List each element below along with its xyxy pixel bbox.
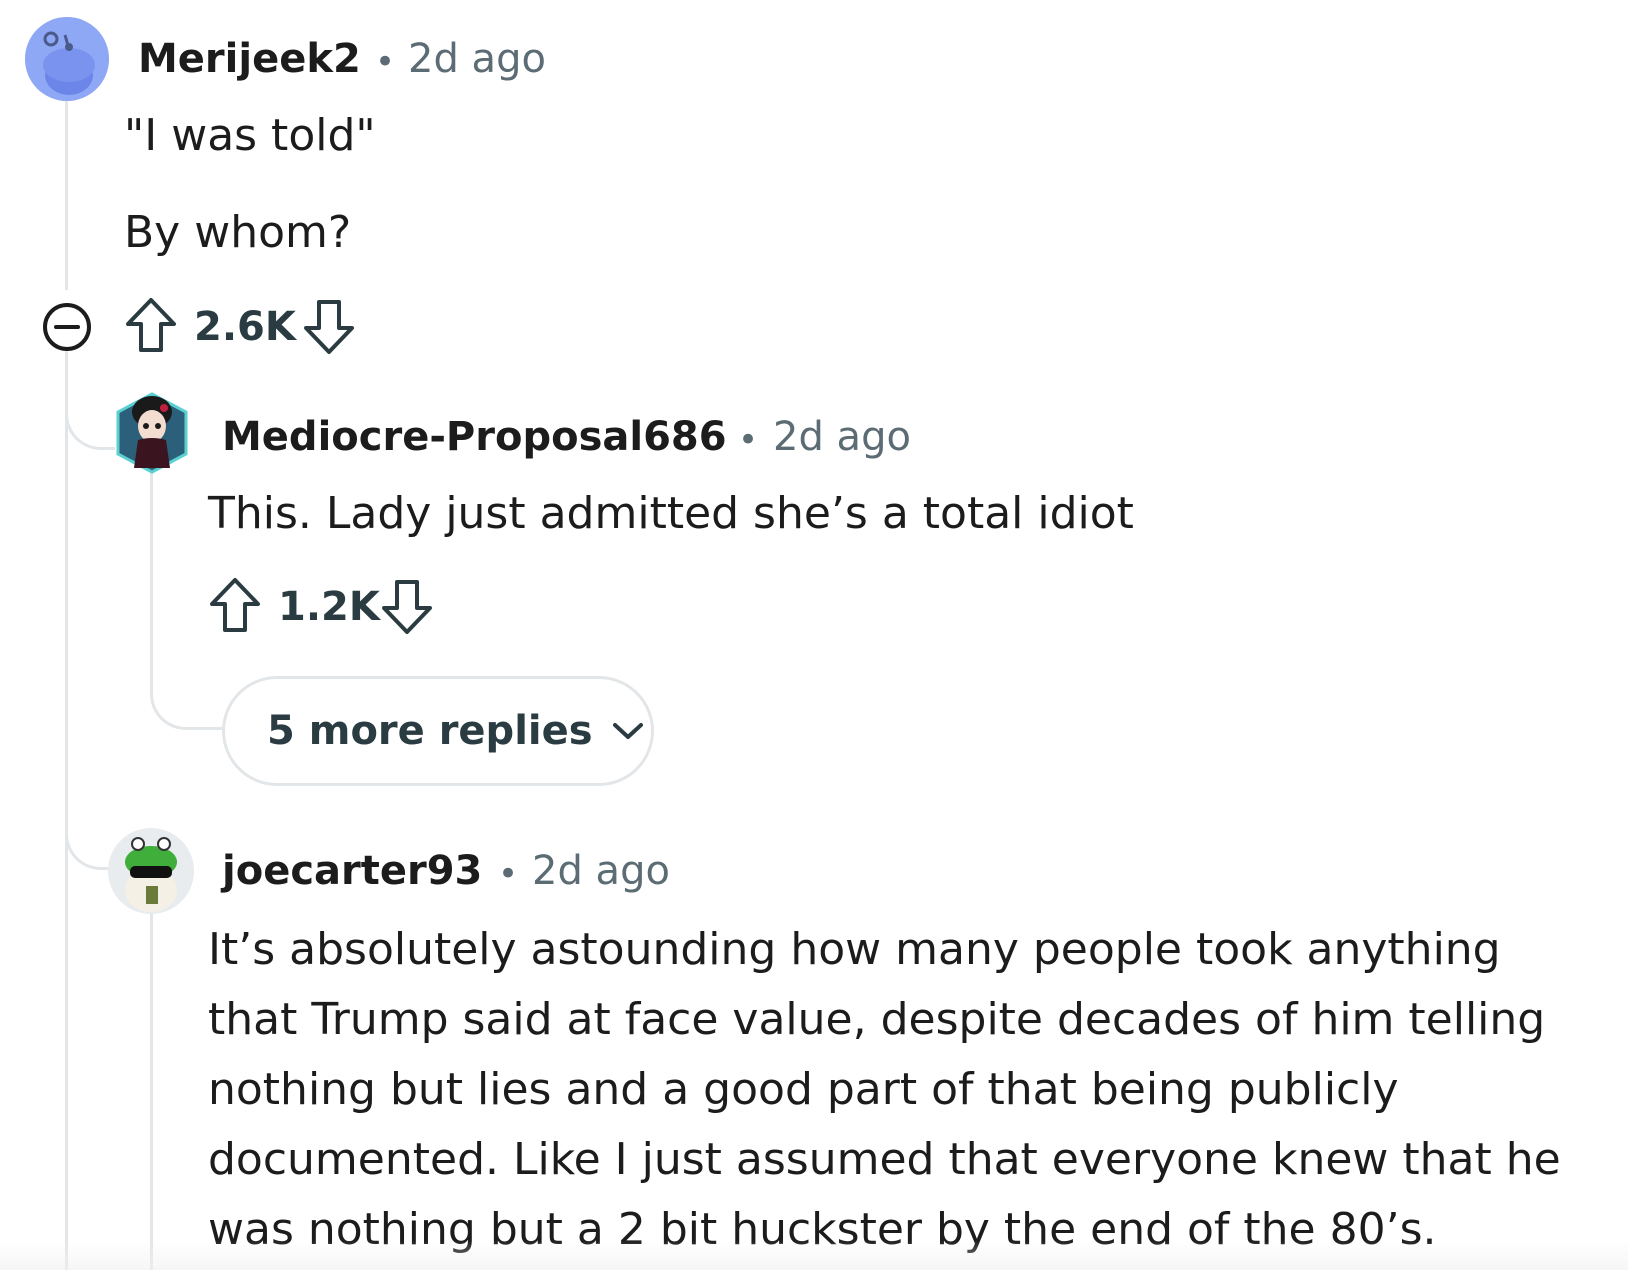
- collapse-thread-button[interactable]: [42, 302, 92, 352]
- thread-line-reply-1[interactable]: [150, 470, 153, 680]
- reply-connector-2: [65, 800, 115, 870]
- comment-author[interactable]: Merijeek2: [138, 36, 361, 82]
- meta-separator: •: [738, 420, 759, 460]
- chevron-down-icon: [611, 721, 645, 741]
- more-replies-button[interactable]: 5 more replies: [222, 676, 654, 786]
- comment-timestamp[interactable]: 2d ago: [773, 414, 911, 460]
- upvote-button[interactable]: [124, 296, 178, 354]
- downvote-button[interactable]: [302, 298, 356, 356]
- comment-author[interactable]: joecarter93: [222, 848, 482, 894]
- gothic-doll-avatar-icon[interactable]: [112, 390, 192, 476]
- frog-hat-avatar-icon[interactable]: [108, 828, 194, 914]
- more-replies-label: 5 more replies: [267, 708, 593, 754]
- bottom-fade: [0, 1240, 1628, 1270]
- vote-score: 2.6K: [194, 304, 296, 350]
- upvote-arrow-icon: [210, 578, 260, 632]
- meta-separator: •: [375, 42, 396, 82]
- reply-connector-1: [65, 380, 115, 450]
- comment-body-line: documented. Like I just assumed that eve…: [208, 1134, 1561, 1185]
- vote-score: 1.2K: [278, 584, 380, 630]
- comment-timestamp[interactable]: 2d ago: [408, 36, 546, 82]
- downvote-arrow-icon: [382, 580, 432, 634]
- thread-line-reply-2[interactable]: [150, 905, 153, 1270]
- comment-body-line: "I was told": [124, 110, 376, 161]
- comment-body-line: This. Lady just admitted she’s a total i…: [208, 488, 1134, 539]
- snoo-default-avatar-icon[interactable]: [25, 17, 109, 101]
- downvote-arrow-icon: [304, 300, 354, 354]
- upvote-arrow-icon: [126, 298, 176, 352]
- comment-body-line: nothing but lies and a good part of that…: [208, 1064, 1399, 1115]
- more-replies-connector: [150, 650, 222, 730]
- comment-body-line: that Trump said at face value, despite d…: [208, 994, 1546, 1045]
- comment-thread: Merijeek2 • 2d ago "I was told" By whom?…: [0, 0, 1628, 1270]
- collapse-minus-icon: [43, 303, 91, 351]
- upvote-button[interactable]: [208, 576, 262, 634]
- comment-body: It’s absolutely astounding how many peop…: [208, 915, 1628, 1265]
- comment-body-line: It’s absolutely astounding how many peop…: [208, 924, 1501, 975]
- thread-line-root[interactable]: [65, 100, 68, 290]
- comment-timestamp[interactable]: 2d ago: [532, 848, 670, 894]
- downvote-button[interactable]: [380, 578, 434, 636]
- comment-author[interactable]: Mediocre-Proposal686: [222, 414, 727, 460]
- meta-separator: •: [498, 854, 519, 894]
- comment-body-line: By whom?: [124, 207, 352, 258]
